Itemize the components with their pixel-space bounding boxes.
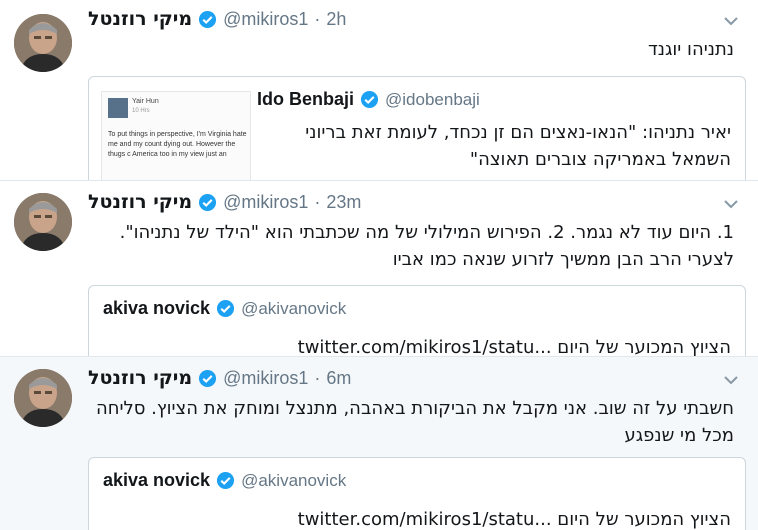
tweet[interactable]: מיקי רוזנטל @mikiros1 · 23m 1. היום עוד …	[0, 180, 758, 356]
author-handle[interactable]: @mikiros1	[223, 9, 308, 30]
quoted-author-handle[interactable]: @idobenbaji	[385, 90, 480, 110]
author-handle[interactable]: @mikiros1	[223, 192, 308, 213]
quoted-tweet[interactable]: Yair Hun 10 Hrs To put things in perspec…	[88, 76, 746, 180]
separator-dot: ·	[314, 8, 321, 29]
verified-badge-icon	[198, 369, 217, 388]
quoted-tweet-header: akiva novick @akivanovick	[103, 298, 346, 319]
quoted-author-handle[interactable]: @akivanovick	[241, 299, 346, 319]
author-name[interactable]: מיקי רוזנטל	[88, 191, 192, 213]
tweet-timestamp[interactable]: 2h	[326, 9, 346, 30]
avatar-photo	[14, 193, 72, 251]
quoted-tweet-image: Yair Hun 10 Hrs To put things in perspec…	[101, 91, 251, 180]
quoted-tweet-text[interactable]: הציוץ המכוער של היום ...twitter.com/miki…	[103, 334, 731, 356]
avatar-photo	[14, 14, 72, 72]
verified-badge-icon	[360, 90, 379, 109]
separator-dot: ·	[314, 191, 321, 212]
tweet-header: מיקי רוזנטל @mikiros1 · 6m	[88, 365, 688, 391]
quoted-tweet-text[interactable]: הציוץ המכוער של היום ...twitter.com/miki…	[103, 506, 731, 530]
quoted-tweet[interactable]: akiva novick @akivanovick הציוץ המכוער ש…	[88, 285, 746, 356]
avatar[interactable]	[14, 14, 72, 72]
quoted-author-name[interactable]: akiva novick	[103, 298, 210, 319]
separator-dot: ·	[314, 367, 321, 388]
tweet[interactable]: מיקי רוזנטל @mikiros1 · 6m חשבתי על זה ש…	[0, 356, 758, 530]
verified-badge-icon	[216, 299, 235, 318]
thumb-text: To put things in perspective, I'm Virgin…	[108, 131, 247, 158]
chevron-down-icon[interactable]	[720, 369, 742, 391]
thumb-name: Yair Hun	[132, 98, 159, 105]
verified-badge-icon	[198, 10, 217, 29]
avatar[interactable]	[14, 193, 72, 251]
quoted-author-name[interactable]: Ido Benbaji	[257, 89, 354, 110]
tweet-text: 1. היום עוד לא נגמר. 2. הפירוש המילולי ש…	[119, 222, 734, 270]
chevron-down-icon[interactable]	[720, 193, 742, 215]
quoted-tweet-header: akiva novick @akivanovick	[103, 470, 346, 491]
quoted-author-handle[interactable]: @akivanovick	[241, 471, 346, 491]
quoted-author-name[interactable]: akiva novick	[103, 470, 210, 491]
tweet-timestamp[interactable]: 6m	[326, 368, 351, 389]
author-handle[interactable]: @mikiros1	[223, 368, 308, 389]
avatar-photo	[14, 369, 72, 427]
author-name[interactable]: מיקי רוזנטל	[88, 8, 192, 30]
tweet-timestamp[interactable]: 23m	[326, 192, 361, 213]
quoted-tweet[interactable]: akiva novick @akivanovick הציוץ המכוער ש…	[88, 457, 746, 530]
author-name[interactable]: מיקי רוזנטל	[88, 367, 192, 389]
quoted-tweet-text: יאיר נתניהו: "הנאו-נאצים הם זן נכחד, לעו…	[305, 122, 731, 170]
tweet-header: מיקי רוזנטל @mikiros1 · 2h	[88, 6, 688, 32]
tweet-header: מיקי רוזנטל @mikiros1 · 23m	[88, 189, 688, 215]
tweet-text: נתניהו יוגנד	[647, 39, 734, 60]
quoted-tweet-header: Ido Benbaji @idobenbaji	[257, 89, 480, 110]
verified-badge-icon	[198, 193, 217, 212]
verified-badge-icon	[216, 471, 235, 490]
avatar[interactable]	[14, 369, 72, 427]
chevron-down-icon[interactable]	[720, 10, 742, 32]
thumb-time: 10 Hrs	[132, 108, 150, 114]
tweet-text: חשבתי על זה שוב. אני מקבל את הביקורת באה…	[96, 398, 734, 446]
thumb-avatar	[108, 98, 128, 118]
tweet[interactable]: מיקי רוזנטל @mikiros1 · 2h נתניהו יוגנד …	[0, 0, 758, 180]
